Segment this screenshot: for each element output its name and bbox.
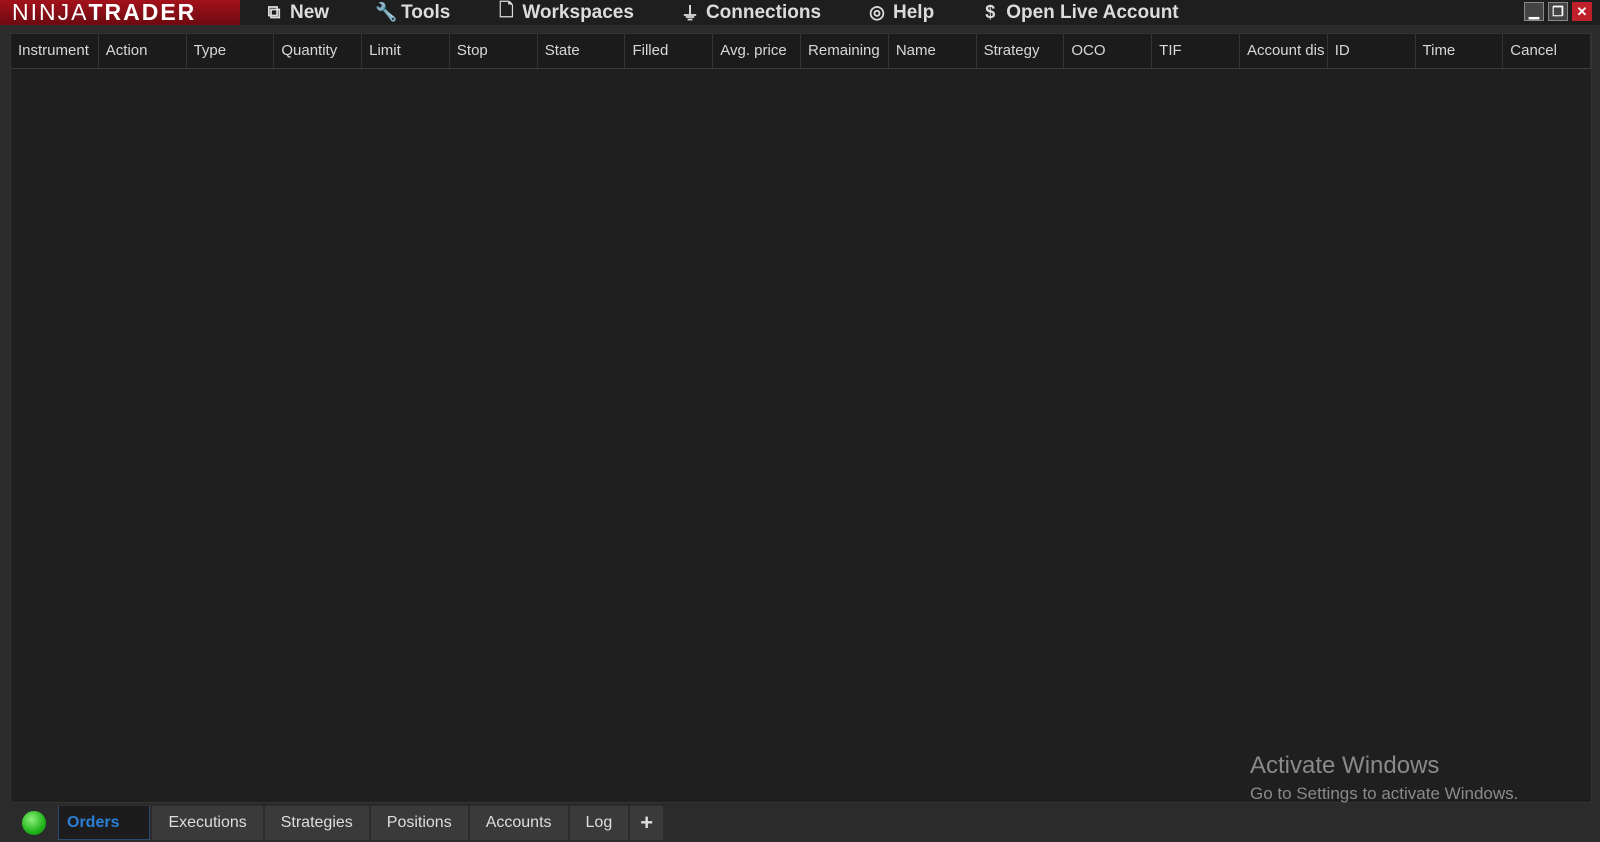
column-header-account-dis[interactable]: Account dis: [1240, 34, 1328, 68]
tab-positions[interactable]: Positions: [370, 806, 468, 840]
document-icon: 🗋: [499, 0, 514, 20]
tab-bar: Orders Executions Strategies Positions Accou…: [0, 804, 1600, 842]
logo-text-light: NINJA: [12, 0, 89, 25]
column-header-action[interactable]: Action: [99, 34, 187, 68]
menu-label: Workspaces: [522, 1, 634, 23]
column-header-stop[interactable]: Stop: [450, 34, 538, 68]
column-header-avg-price[interactable]: Avg. price: [713, 34, 802, 68]
column-header-type[interactable]: Type: [187, 34, 275, 68]
menu-bar: NINJA TRADER ⧉ New 🔧 Tools 🗋 Workspaces ⏚ Connec…: [0, 0, 1600, 25]
menu-new[interactable]: ⧉ New: [264, 0, 330, 28]
column-header-oco[interactable]: OCO: [1064, 34, 1153, 68]
menu-help[interactable]: ◎ Help: [867, 0, 934, 28]
watermark-title: Activate Windows: [1250, 752, 1440, 779]
tab-executions[interactable]: Executions: [152, 806, 263, 840]
plug-icon: ⏚: [680, 3, 699, 24]
menu-open-live-account[interactable]: $ Open Live Account: [980, 0, 1178, 28]
column-header-state[interactable]: State: [538, 34, 626, 68]
restore-button[interactable]: ❐: [1548, 2, 1568, 21]
column-header-instrument[interactable]: Instrument: [11, 34, 99, 68]
dollar-icon: $: [985, 2, 996, 22]
column-header-remaining[interactable]: Remaining: [801, 34, 889, 68]
watermark-subtitle: Go to Settings to activate Windows.: [1250, 784, 1519, 803]
column-header-tif[interactable]: TIF: [1152, 34, 1240, 68]
menu-label: Help: [893, 1, 935, 23]
lifebuoy-icon: ◎: [869, 2, 885, 22]
menu-label: Open Live Account: [1006, 1, 1179, 23]
ninjatrader-logo: NINJA TRADER: [0, 0, 240, 25]
connection-status-icon: [22, 811, 46, 835]
tab-strategies[interactable]: Strategies: [264, 806, 369, 840]
column-header-time[interactable]: Time: [1416, 34, 1504, 68]
menu-label: Connections: [705, 1, 822, 23]
logo-text-bold: TRADER: [88, 0, 197, 25]
column-header-id[interactable]: ID: [1328, 34, 1416, 68]
tab-orders[interactable]: Orders: [58, 806, 151, 840]
orders-grid[interactable]: Instrument Action Type Quantity Limit Stop Sta…: [10, 33, 1592, 803]
menu-tools[interactable]: 🔧 Tools: [375, 0, 450, 28]
menu-connections[interactable]: ⏚ Connections: [680, 0, 821, 28]
column-header-filled[interactable]: Filled: [625, 34, 714, 68]
menu-label: New: [290, 1, 330, 23]
column-header-cancel[interactable]: Cancel: [1503, 34, 1592, 68]
column-header-limit[interactable]: Limit: [362, 34, 450, 68]
grid-header: Instrument Action Type Quantity Limit Stop Sta…: [11, 34, 1592, 69]
tab-log[interactable]: Log: [569, 806, 629, 840]
minimize-button[interactable]: ▁: [1524, 2, 1544, 21]
close-button[interactable]: ✕: [1572, 2, 1592, 21]
tab-accounts[interactable]: Accounts: [469, 806, 568, 840]
column-header-name[interactable]: Name: [889, 34, 977, 68]
activate-windows-watermark: Activate Windows Go to Settings to activ…: [1250, 752, 1518, 804]
column-header-strategy[interactable]: Strategy: [977, 34, 1065, 68]
new-window-icon: ⧉: [267, 2, 281, 22]
menu-workspaces[interactable]: 🗋 Workspaces: [496, 0, 634, 28]
add-tab-button[interactable]: +: [630, 806, 664, 840]
menu-label: Tools: [401, 1, 451, 23]
wrench-icon: 🔧: [375, 2, 398, 22]
column-header-quantity[interactable]: Quantity: [274, 34, 363, 68]
